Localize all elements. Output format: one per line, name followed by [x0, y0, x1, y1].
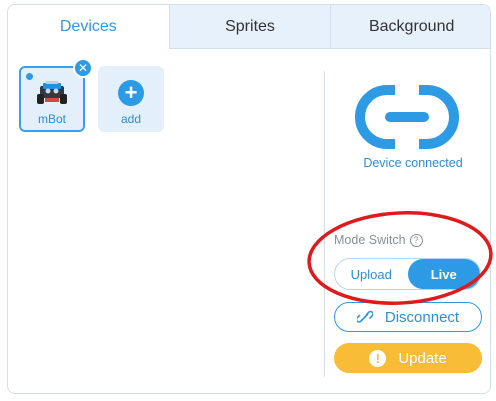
link-icon	[355, 85, 459, 149]
connection-status: Device connected	[363, 156, 463, 170]
mode-live-option[interactable]: Live	[407, 259, 480, 289]
device-tile-mbot[interactable]: ✕ mBot	[19, 58, 93, 132]
mode-switch-label: Mode Switch ?	[334, 233, 423, 247]
disconnect-button[interactable]: Disconnect	[334, 302, 482, 332]
alert-icon: !	[369, 349, 387, 367]
close-icon[interactable]: ✕	[73, 58, 93, 78]
tab-bar: Devices Sprites Background	[8, 5, 490, 49]
add-label: add	[120, 112, 142, 126]
tab-sprites[interactable]: Sprites	[168, 5, 331, 49]
device-panel: Devices Sprites Background ✕ mBot + add …	[7, 4, 491, 394]
unlink-icon	[356, 309, 373, 325]
mode-switch-title: Mode Switch	[334, 233, 406, 247]
tab-background[interactable]: Background	[330, 5, 490, 49]
device-label: mBot	[37, 112, 66, 126]
update-label: Update	[398, 349, 447, 367]
add-device-tile[interactable]: + add	[98, 66, 164, 132]
mode-upload-option[interactable]: Upload	[335, 259, 408, 289]
disconnect-label: Disconnect	[384, 308, 460, 326]
tab-devices[interactable]: Devices	[8, 5, 169, 49]
help-icon[interactable]: ?	[409, 233, 423, 247]
status-dot	[26, 73, 33, 80]
plus-icon: +	[118, 80, 144, 106]
mbot-robot-icon	[37, 81, 67, 104]
mode-switch[interactable]: Upload Live	[334, 258, 481, 290]
update-button[interactable]: ! Update	[334, 343, 482, 373]
divider	[324, 71, 325, 377]
